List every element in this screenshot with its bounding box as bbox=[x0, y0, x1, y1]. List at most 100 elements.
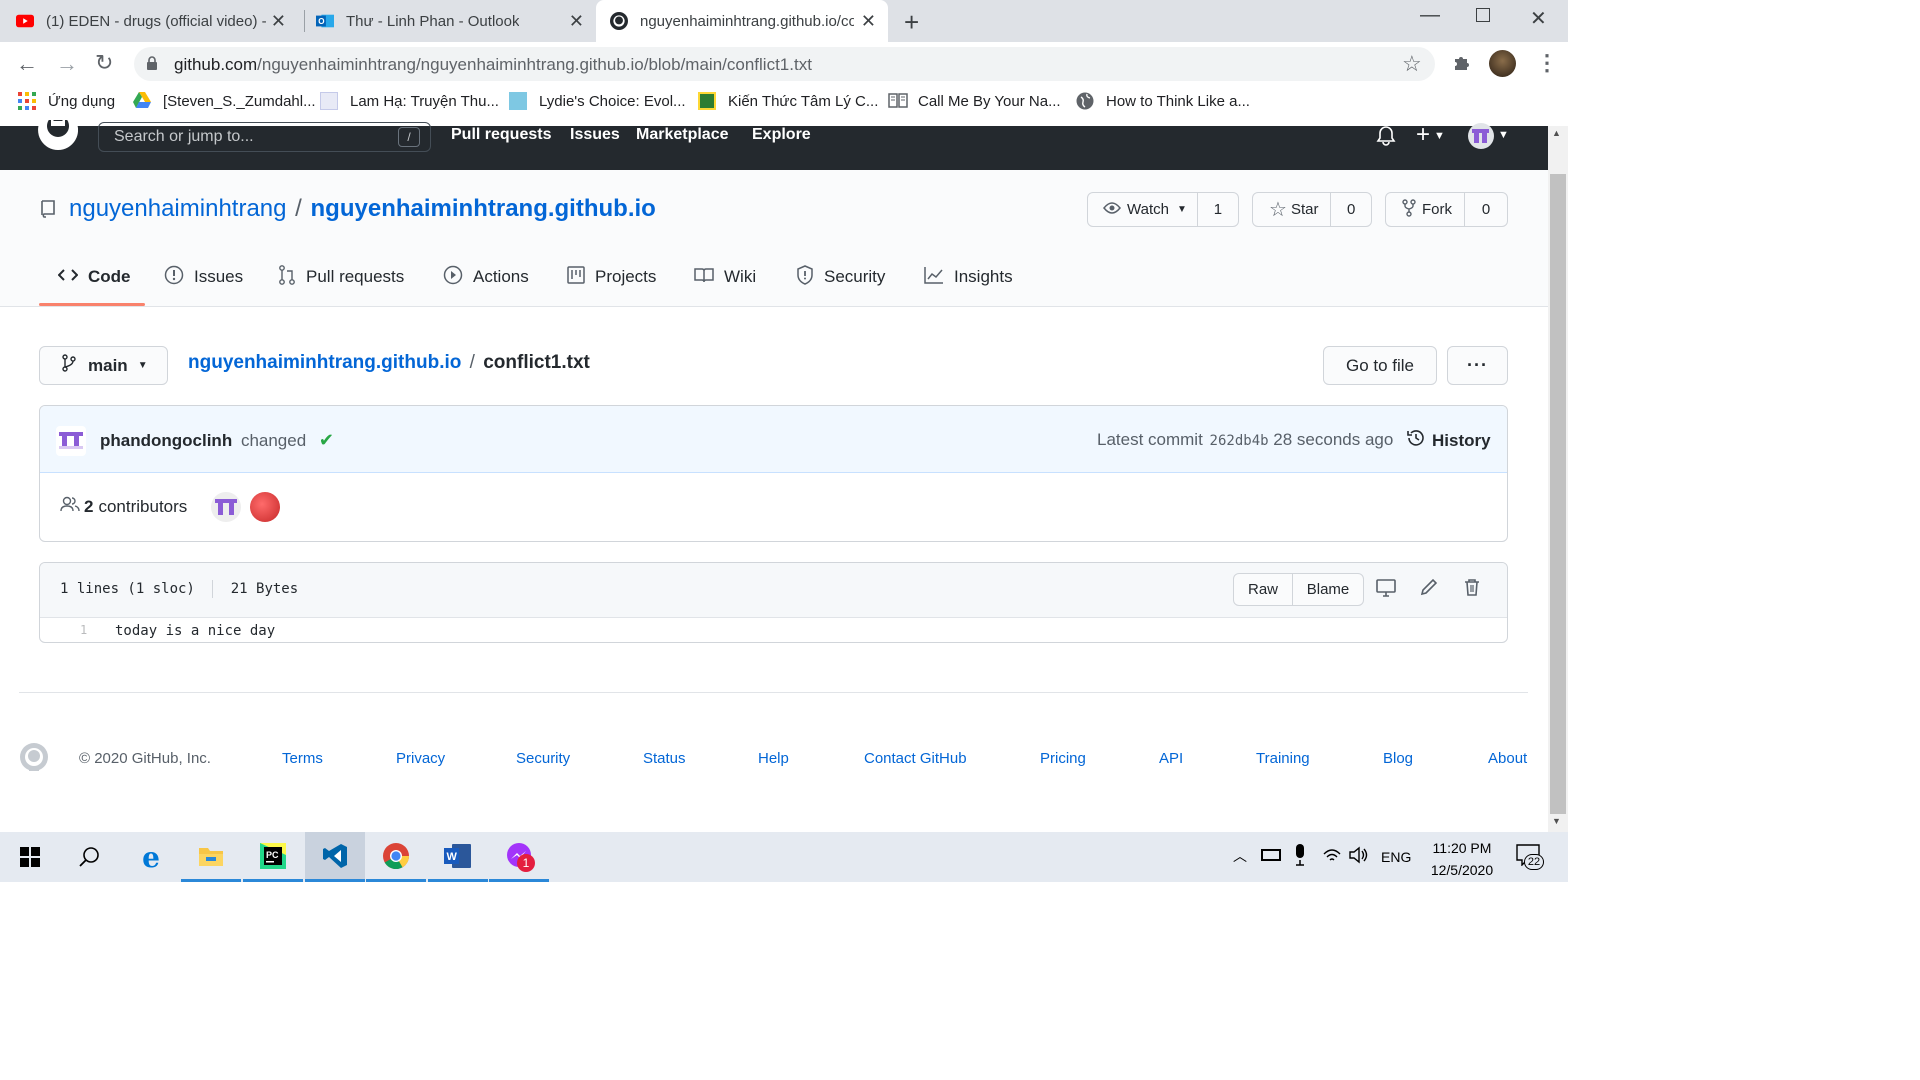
commit-sha[interactable]: 262db4b bbox=[1210, 433, 1269, 449]
nav-explore[interactable]: Explore bbox=[752, 126, 811, 144]
commit-message[interactable]: changed bbox=[241, 431, 306, 450]
user-avatar[interactable] bbox=[1468, 123, 1494, 149]
clock[interactable]: 11:20 PM 12/5/2020 bbox=[1424, 837, 1500, 881]
watch-button[interactable]: Watch ▼ bbox=[1088, 193, 1198, 226]
bookmark-star-icon[interactable]: ☆ bbox=[1402, 51, 1422, 77]
search-icon[interactable] bbox=[60, 832, 120, 882]
github-search-input[interactable]: Search or jump to... / bbox=[98, 122, 431, 152]
footer-link-pricing[interactable]: Pricing bbox=[1040, 750, 1086, 767]
history-link[interactable]: History bbox=[1406, 428, 1491, 453]
windows-start-icon[interactable] bbox=[0, 832, 60, 882]
author-avatar[interactable] bbox=[56, 426, 86, 456]
edge-browser-icon[interactable]: e bbox=[121, 832, 181, 882]
contributors-row[interactable]: 2 contributors bbox=[60, 496, 187, 517]
tab-actions[interactable]: Actions bbox=[443, 265, 529, 289]
show-hidden-icons-chevron-icon[interactable]: ︿ bbox=[1233, 846, 1247, 866]
trash-delete-icon[interactable] bbox=[1464, 578, 1480, 601]
notifications-bell-icon[interactable] bbox=[1376, 126, 1396, 151]
footer-link-api[interactable]: API bbox=[1159, 750, 1183, 767]
fork-button[interactable]: Fork bbox=[1386, 193, 1465, 226]
bookmark-apps[interactable]: Ứng dụng bbox=[18, 92, 115, 110]
footer-link-privacy[interactable]: Privacy bbox=[396, 750, 445, 767]
tab-projects[interactable]: Projects bbox=[567, 265, 656, 289]
chrome-menu-icon[interactable]: ⋮ bbox=[1536, 50, 1558, 76]
user-menu-caret-icon[interactable]: ▼ bbox=[1498, 129, 1509, 141]
repo-owner-link[interactable]: nguyenhaiminhtrang bbox=[69, 195, 287, 222]
blame-button[interactable]: Blame bbox=[1293, 581, 1363, 598]
footer-link-about[interactable]: About bbox=[1488, 750, 1527, 767]
tab-code[interactable]: Code bbox=[57, 265, 131, 289]
desktop-display-icon[interactable] bbox=[1376, 579, 1396, 602]
minimize-button[interactable]: — bbox=[1420, 4, 1440, 27]
close-tab-icon[interactable]: ✕ bbox=[569, 11, 584, 32]
more-options-button[interactable]: ··· bbox=[1447, 346, 1508, 385]
star-button[interactable]: ☆ Star bbox=[1253, 193, 1332, 226]
input-language[interactable]: ENG bbox=[1381, 849, 1411, 865]
fork-count[interactable]: 0 bbox=[1465, 201, 1507, 218]
raw-button[interactable]: Raw bbox=[1234, 574, 1293, 605]
footer-link-security[interactable]: Security bbox=[516, 750, 570, 767]
line-number[interactable]: 1 bbox=[80, 623, 87, 637]
close-tab-icon[interactable]: ✕ bbox=[861, 11, 876, 32]
commit-author[interactable]: phandongoclinh bbox=[100, 431, 232, 450]
browser-tab-github[interactable]: nguyenhaiminhtrang.github.io/co ✕ bbox=[596, 0, 888, 42]
go-to-file-button[interactable]: Go to file bbox=[1323, 346, 1437, 385]
tab-pull-requests[interactable]: Pull requests bbox=[278, 264, 404, 289]
vertical-scrollbar[interactable]: ▲ ▼ bbox=[1548, 126, 1568, 832]
contributor-avatar[interactable] bbox=[211, 492, 241, 522]
nav-pull-requests[interactable]: Pull requests bbox=[451, 126, 551, 144]
footer-link-contact[interactable]: Contact GitHub bbox=[864, 750, 967, 767]
pycharm-icon[interactable]: PC bbox=[243, 832, 303, 882]
nav-marketplace[interactable]: Marketplace bbox=[636, 126, 729, 144]
battery-icon[interactable] bbox=[1261, 849, 1281, 861]
wifi-icon[interactable] bbox=[1322, 846, 1342, 867]
breadcrumb-repo-link[interactable]: nguyenhaiminhtrang.github.io bbox=[188, 352, 461, 373]
scroll-up-arrow-icon[interactable]: ▲ bbox=[1552, 128, 1561, 138]
browser-tab-youtube[interactable]: (1) EDEN - drugs (official video) - ✕ bbox=[16, 0, 298, 42]
forward-button[interactable]: → bbox=[56, 51, 78, 77]
branch-select-button[interactable]: main ▼ bbox=[39, 346, 168, 385]
word-icon[interactable]: W bbox=[428, 832, 488, 882]
footer-link-blog[interactable]: Blog bbox=[1383, 750, 1413, 767]
back-button[interactable]: ← bbox=[16, 51, 38, 77]
check-icon[interactable]: ✔ bbox=[319, 430, 334, 450]
chrome-icon[interactable] bbox=[366, 832, 426, 882]
vscode-icon[interactable] bbox=[305, 832, 365, 882]
tab-security[interactable]: Security bbox=[796, 264, 885, 289]
new-tab-button[interactable]: + bbox=[904, 7, 919, 38]
microphone-icon[interactable] bbox=[1294, 844, 1306, 871]
browser-tab-outlook[interactable]: O Thư - Linh Phan - Outlook ✕ bbox=[316, 0, 596, 42]
repo-name-link[interactable]: nguyenhaiminhtrang.github.io bbox=[311, 195, 656, 222]
messenger-icon[interactable]: 1 bbox=[489, 832, 549, 882]
bookmark-lam-ha[interactable]: Lam Hạ: Truyện Thu... bbox=[320, 92, 499, 110]
pencil-edit-icon[interactable] bbox=[1420, 578, 1438, 601]
github-logo-icon[interactable] bbox=[38, 110, 79, 155]
address-bar[interactable]: github.com/nguyenhaiminhtrang/nguyenhaim… bbox=[134, 47, 1435, 81]
close-window-button[interactable]: ✕ bbox=[1530, 6, 1547, 31]
profile-avatar[interactable] bbox=[1489, 50, 1516, 77]
reload-button[interactable]: ↻ bbox=[95, 50, 113, 76]
bookmark-drive[interactable]: [Steven_S._Zumdahl... bbox=[133, 92, 316, 110]
close-tab-icon[interactable]: ✕ bbox=[271, 11, 286, 32]
volume-icon[interactable] bbox=[1349, 846, 1369, 869]
tab-wiki[interactable]: Wiki bbox=[694, 265, 756, 289]
restore-button[interactable] bbox=[1476, 8, 1490, 22]
watch-count[interactable]: 1 bbox=[1198, 201, 1238, 218]
footer-link-status[interactable]: Status bbox=[643, 750, 686, 767]
tab-insights[interactable]: Insights bbox=[924, 265, 1013, 289]
footer-link-terms[interactable]: Terms bbox=[282, 750, 323, 767]
create-new-plus-icon[interactable]: + ▼ bbox=[1416, 121, 1445, 149]
nav-issues[interactable]: Issues bbox=[570, 126, 620, 144]
bookmark-think[interactable]: How to Think Like a... bbox=[1076, 92, 1250, 110]
scrollbar-thumb[interactable] bbox=[1550, 174, 1566, 814]
bookmark-call-me[interactable]: Call Me By Your Na... bbox=[888, 92, 1061, 110]
footer-link-training[interactable]: Training bbox=[1256, 750, 1310, 767]
footer-link-help[interactable]: Help bbox=[758, 750, 789, 767]
star-count[interactable]: 0 bbox=[1331, 201, 1371, 218]
file-explorer-icon[interactable] bbox=[181, 832, 241, 882]
bookmark-kien-thuc[interactable]: Kiến Thức Tâm Lý C... bbox=[698, 92, 878, 110]
tab-issues[interactable]: Issues bbox=[164, 265, 243, 289]
action-center-icon[interactable]: 22 bbox=[1516, 844, 1544, 871]
github-mark-icon[interactable] bbox=[19, 742, 49, 777]
bookmark-lydie[interactable]: Lydie's Choice: Evol... bbox=[509, 92, 686, 110]
